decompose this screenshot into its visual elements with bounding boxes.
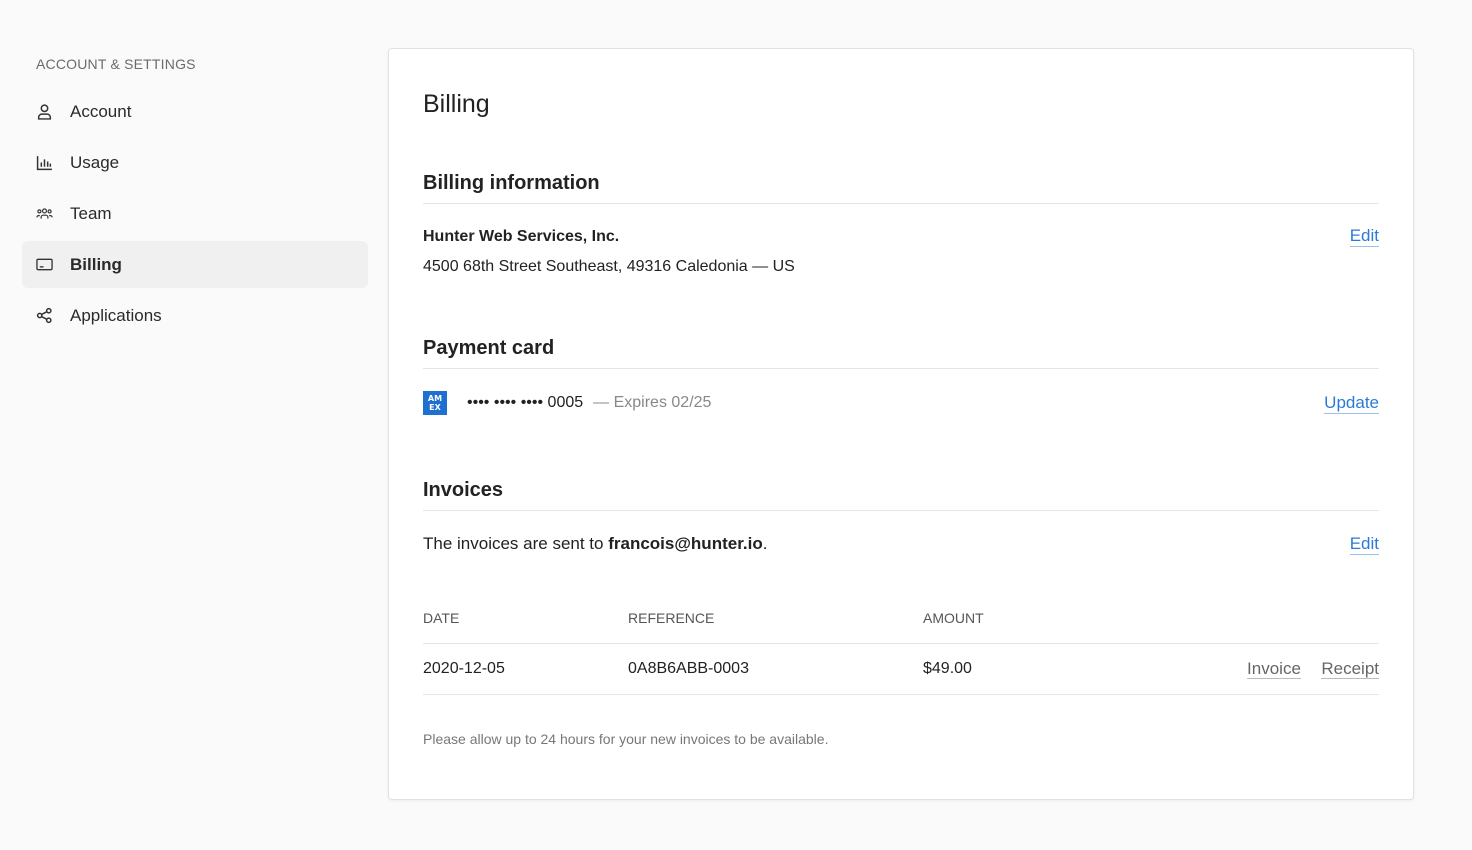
billing-address: 4500 68th Street Southeast, 49316 Caledo…	[423, 258, 795, 275]
company-name: Hunter Web Services, Inc.	[423, 228, 620, 245]
card-details: AM EX •••• •••• •••• 0005 — Expires 02/2…	[423, 391, 711, 415]
section-title: Payment card	[423, 327, 1379, 369]
sidebar-item-label: Usage	[70, 152, 120, 172]
invoice-email-text: The invoices are sent to francois@hunter…	[423, 534, 767, 554]
invoice-amount: $49.00	[923, 643, 1056, 695]
page-title: Billing	[423, 90, 490, 118]
sidebar-item-label: Billing	[70, 254, 122, 274]
payment-card-row: AM EX •••• •••• •••• 0005 — Expires 02/2…	[423, 391, 1379, 415]
sidebar-heading: ACCOUNT & SETTINGS	[36, 56, 196, 72]
section-title: Billing information	[423, 162, 1379, 204]
download-receipt-link[interactable]: Receipt	[1321, 658, 1379, 679]
invoice-reference: 0A8B6ABB-0003	[628, 643, 923, 695]
billing-info-row: Hunter Web Services, Inc. 4500 68th Stre…	[423, 226, 1379, 278]
column-header-reference: REFERENCE	[628, 593, 923, 644]
edit-billing-info-link[interactable]: Edit	[1349, 226, 1379, 247]
update-card-link[interactable]: Update	[1324, 393, 1379, 414]
invoices-section: Invoices The invoices are sent to franco…	[423, 469, 1379, 747]
share-icon	[36, 307, 53, 324]
invoice-date: 2020-12-05	[423, 643, 628, 695]
billing-card: Billing Billing information Hunter Web S…	[388, 48, 1414, 800]
amex-card-icon: AM EX	[423, 391, 447, 415]
invoice-actions: Invoice Receipt	[1055, 643, 1379, 695]
bar-chart-icon	[36, 154, 53, 171]
team-icon	[36, 205, 53, 222]
invoice-email-suffix: .	[762, 534, 768, 553]
card-icon	[36, 256, 53, 273]
sidebar-item-team[interactable]: Team	[22, 190, 368, 237]
invoice-email-row: The invoices are sent to francois@hunter…	[423, 534, 1379, 555]
edit-invoice-email-link[interactable]: Edit	[1349, 534, 1379, 555]
table-row: 2020-12-05 0A8B6ABB-0003 $49.00 Invoice …	[423, 643, 1379, 695]
sidebar-item-label: Team	[70, 203, 112, 223]
billing-information-section: Billing information Hunter Web Services,…	[423, 162, 1379, 278]
column-header-actions	[1055, 593, 1379, 644]
sidebar-item-applications[interactable]: Applications	[22, 292, 368, 339]
sidebar-item-billing[interactable]: Billing	[22, 241, 368, 288]
sidebar-item-usage[interactable]: Usage	[22, 139, 368, 186]
section-title: Invoices	[423, 469, 1379, 511]
settings-sidebar: ACCOUNT & SETTINGS Account Usage Team Bi…	[22, 40, 368, 343]
invoices-table: DATE REFERENCE AMOUNT 2020-12-05 0A8B6AB…	[423, 593, 1379, 695]
card-expiry: — Expires 02/25	[593, 394, 712, 411]
invoice-email: francois@hunter.io	[608, 534, 763, 553]
invoice-email-prefix: The invoices are sent to	[423, 534, 609, 553]
column-header-date: DATE	[423, 593, 628, 644]
card-number: •••• •••• •••• 0005	[467, 394, 584, 411]
download-invoice-link[interactable]: Invoice	[1247, 658, 1301, 679]
sidebar-item-label: Account	[70, 101, 132, 121]
payment-card-section: Payment card AM EX •••• •••• •••• 0005 —…	[423, 327, 1379, 415]
sidebar-item-account[interactable]: Account	[22, 88, 368, 135]
invoices-note: Please allow up to 24 hours for your new…	[423, 730, 829, 747]
column-header-amount: AMOUNT	[923, 593, 1056, 644]
billing-address-block: Hunter Web Services, Inc. 4500 68th Stre…	[423, 226, 795, 278]
sidebar-item-label: Applications	[70, 305, 162, 325]
table-header-row: DATE REFERENCE AMOUNT	[423, 593, 1379, 644]
user-icon	[36, 103, 53, 120]
